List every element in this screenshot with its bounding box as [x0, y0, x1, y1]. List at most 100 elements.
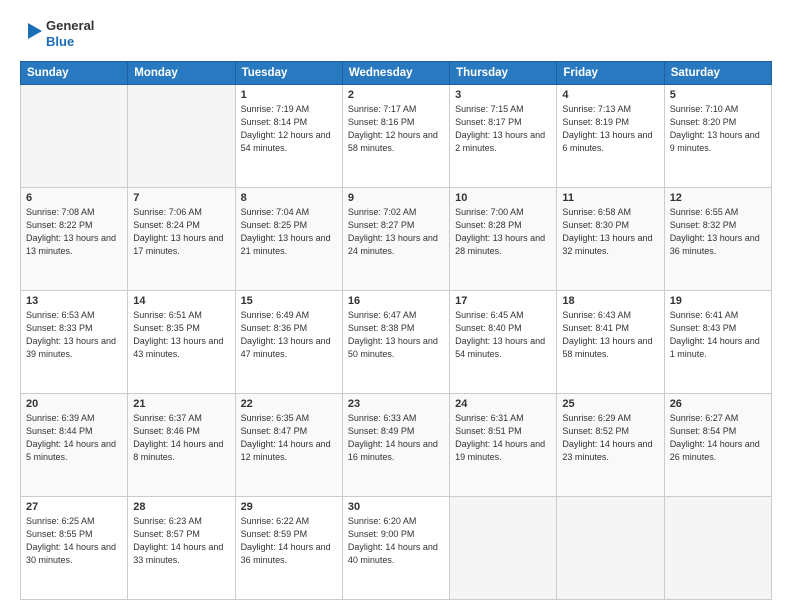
day-number: 6: [26, 192, 122, 204]
day-detail: Sunrise: 7:02 AM Sunset: 8:27 PM Dayligh…: [348, 206, 444, 258]
weekday-header: Monday: [128, 61, 235, 84]
calendar-day: 26 Sunrise: 6:27 AM Sunset: 8:54 PM Dayli…: [664, 393, 771, 496]
day-detail: Sunrise: 6:49 AM Sunset: 8:36 PM Dayligh…: [241, 309, 337, 361]
day-detail: Sunrise: 6:25 AM Sunset: 8:55 PM Dayligh…: [26, 515, 122, 567]
day-detail: Sunrise: 6:33 AM Sunset: 8:49 PM Dayligh…: [348, 412, 444, 464]
calendar-day: 25 Sunrise: 6:29 AM Sunset: 8:52 PM Dayli…: [557, 393, 664, 496]
calendar-day: 27 Sunrise: 6:25 AM Sunset: 8:55 PM Dayli…: [21, 496, 128, 599]
calendar-week: 1 Sunrise: 7:19 AM Sunset: 8:14 PM Daylig…: [21, 84, 772, 187]
day-detail: Sunrise: 6:55 AM Sunset: 8:32 PM Dayligh…: [670, 206, 766, 258]
weekday-header: Wednesday: [342, 61, 449, 84]
day-detail: Sunrise: 7:19 AM Sunset: 8:14 PM Dayligh…: [241, 103, 337, 155]
calendar-table: SundayMondayTuesdayWednesdayThursdayFrid…: [20, 61, 772, 601]
day-number: 21: [133, 398, 229, 410]
calendar-day: 7 Sunrise: 7:06 AM Sunset: 8:24 PM Daylig…: [128, 187, 235, 290]
day-number: 2: [348, 89, 444, 101]
calendar-day: 8Sunrise: 7:04 AM Sunset: 8:25 PM Daylig…: [235, 187, 342, 290]
weekday-header: Tuesday: [235, 61, 342, 84]
calendar-day: [450, 496, 557, 599]
day-detail: Sunrise: 7:15 AM Sunset: 8:17 PM Dayligh…: [455, 103, 551, 155]
calendar-day: 16 Sunrise: 6:47 AM Sunset: 8:38 PM Dayli…: [342, 290, 449, 393]
day-detail: Sunrise: 6:41 AM Sunset: 8:43 PM Dayligh…: [670, 309, 766, 361]
logo-general-text: General: [46, 18, 94, 34]
day-detail: Sunrise: 6:20 AM Sunset: 9:00 PM Dayligh…: [348, 515, 444, 567]
calendar-day: 24 Sunrise: 6:31 AM Sunset: 8:51 PM Dayli…: [450, 393, 557, 496]
weekday-header: Friday: [557, 61, 664, 84]
day-number: 1: [241, 89, 337, 101]
calendar-day: 6 Sunrise: 7:08 AM Sunset: 8:22 PM Daylig…: [21, 187, 128, 290]
header: General Blue: [20, 18, 772, 51]
day-detail: Sunrise: 7:17 AM Sunset: 8:16 PM Dayligh…: [348, 103, 444, 155]
calendar-day: 12 Sunrise: 6:55 AM Sunset: 8:32 PM Dayli…: [664, 187, 771, 290]
day-detail: Sunrise: 7:00 AM Sunset: 8:28 PM Dayligh…: [455, 206, 551, 258]
day-detail: Sunrise: 6:53 AM Sunset: 8:33 PM Dayligh…: [26, 309, 122, 361]
calendar-week: 6 Sunrise: 7:08 AM Sunset: 8:22 PM Daylig…: [21, 187, 772, 290]
calendar-day: 2 Sunrise: 7:17 AM Sunset: 8:16 PM Daylig…: [342, 84, 449, 187]
day-number: 17: [455, 295, 551, 307]
day-number: 10: [455, 192, 551, 204]
day-detail: Sunrise: 7:13 AM Sunset: 8:19 PM Dayligh…: [562, 103, 658, 155]
day-detail: Sunrise: 6:22 AM Sunset: 8:59 PM Dayligh…: [241, 515, 337, 567]
day-detail: Sunrise: 6:23 AM Sunset: 8:57 PM Dayligh…: [133, 515, 229, 567]
calendar-week: 13 Sunrise: 6:53 AM Sunset: 8:33 PM Dayli…: [21, 290, 772, 393]
day-number: 22: [241, 398, 337, 410]
day-detail: Sunrise: 6:43 AM Sunset: 8:41 PM Dayligh…: [562, 309, 658, 361]
day-number: 24: [455, 398, 551, 410]
day-number: 19: [670, 295, 766, 307]
calendar-day: 30 Sunrise: 6:20 AM Sunset: 9:00 PM Dayli…: [342, 496, 449, 599]
day-number: 4: [562, 89, 658, 101]
day-number: 11: [562, 192, 658, 204]
calendar-day: 21 Sunrise: 6:37 AM Sunset: 8:46 PM Dayli…: [128, 393, 235, 496]
calendar-day: 14Sunrise: 6:51 AM Sunset: 8:35 PM Dayli…: [128, 290, 235, 393]
day-number: 9: [348, 192, 444, 204]
calendar-day: 11Sunrise: 6:58 AM Sunset: 8:30 PM Dayli…: [557, 187, 664, 290]
day-detail: Sunrise: 7:06 AM Sunset: 8:24 PM Dayligh…: [133, 206, 229, 258]
day-number: 30: [348, 501, 444, 513]
day-detail: Sunrise: 6:45 AM Sunset: 8:40 PM Dayligh…: [455, 309, 551, 361]
calendar-day: [21, 84, 128, 187]
calendar-day: 28 Sunrise: 6:23 AM Sunset: 8:57 PM Dayli…: [128, 496, 235, 599]
logo-blue-text: Blue: [46, 34, 94, 50]
calendar-day: 29Sunrise: 6:22 AM Sunset: 8:59 PM Dayli…: [235, 496, 342, 599]
calendar-day: 1 Sunrise: 7:19 AM Sunset: 8:14 PM Daylig…: [235, 84, 342, 187]
day-number: 25: [562, 398, 658, 410]
day-number: 16: [348, 295, 444, 307]
day-number: 12: [670, 192, 766, 204]
calendar-day: 9 Sunrise: 7:02 AM Sunset: 8:27 PM Daylig…: [342, 187, 449, 290]
day-detail: Sunrise: 6:31 AM Sunset: 8:51 PM Dayligh…: [455, 412, 551, 464]
calendar-day: [664, 496, 771, 599]
calendar-day: 17 Sunrise: 6:45 AM Sunset: 8:40 PM Dayli…: [450, 290, 557, 393]
day-detail: Sunrise: 6:39 AM Sunset: 8:44 PM Dayligh…: [26, 412, 122, 464]
day-number: 27: [26, 501, 122, 513]
day-number: 3: [455, 89, 551, 101]
calendar-day: 23 Sunrise: 6:33 AM Sunset: 8:49 PM Dayli…: [342, 393, 449, 496]
day-detail: Sunrise: 6:47 AM Sunset: 8:38 PM Dayligh…: [348, 309, 444, 361]
day-number: 28: [133, 501, 229, 513]
day-number: 26: [670, 398, 766, 410]
day-detail: Sunrise: 6:37 AM Sunset: 8:46 PM Dayligh…: [133, 412, 229, 464]
calendar-day: [557, 496, 664, 599]
day-number: 13: [26, 295, 122, 307]
logo: General Blue: [20, 18, 94, 51]
day-number: 5: [670, 89, 766, 101]
calendar-day: 22 Sunrise: 6:35 AM Sunset: 8:47 PM Dayli…: [235, 393, 342, 496]
weekday-header: Saturday: [664, 61, 771, 84]
calendar-day: 20Sunrise: 6:39 AM Sunset: 8:44 PM Dayli…: [21, 393, 128, 496]
day-number: 7: [133, 192, 229, 204]
day-number: 23: [348, 398, 444, 410]
page: General Blue SundayMondayTuesdayWednesda…: [0, 0, 792, 612]
calendar-day: 19 Sunrise: 6:41 AM Sunset: 8:43 PM Dayli…: [664, 290, 771, 393]
header-row: SundayMondayTuesdayWednesdayThursdayFrid…: [21, 61, 772, 84]
calendar-day: 3 Sunrise: 7:15 AM Sunset: 8:17 PM Daylig…: [450, 84, 557, 187]
logo-flag-icon: [20, 21, 42, 47]
calendar-day: 15Sunrise: 6:49 AM Sunset: 8:36 PM Dayli…: [235, 290, 342, 393]
day-detail: Sunrise: 6:35 AM Sunset: 8:47 PM Dayligh…: [241, 412, 337, 464]
day-detail: Sunrise: 6:27 AM Sunset: 8:54 PM Dayligh…: [670, 412, 766, 464]
day-detail: Sunrise: 7:08 AM Sunset: 8:22 PM Dayligh…: [26, 206, 122, 258]
day-number: 8: [241, 192, 337, 204]
calendar-day: [128, 84, 235, 187]
day-number: 18: [562, 295, 658, 307]
day-detail: Sunrise: 7:10 AM Sunset: 8:20 PM Dayligh…: [670, 103, 766, 155]
calendar-day: 5 Sunrise: 7:10 AM Sunset: 8:20 PM Daylig…: [664, 84, 771, 187]
day-detail: Sunrise: 6:29 AM Sunset: 8:52 PM Dayligh…: [562, 412, 658, 464]
